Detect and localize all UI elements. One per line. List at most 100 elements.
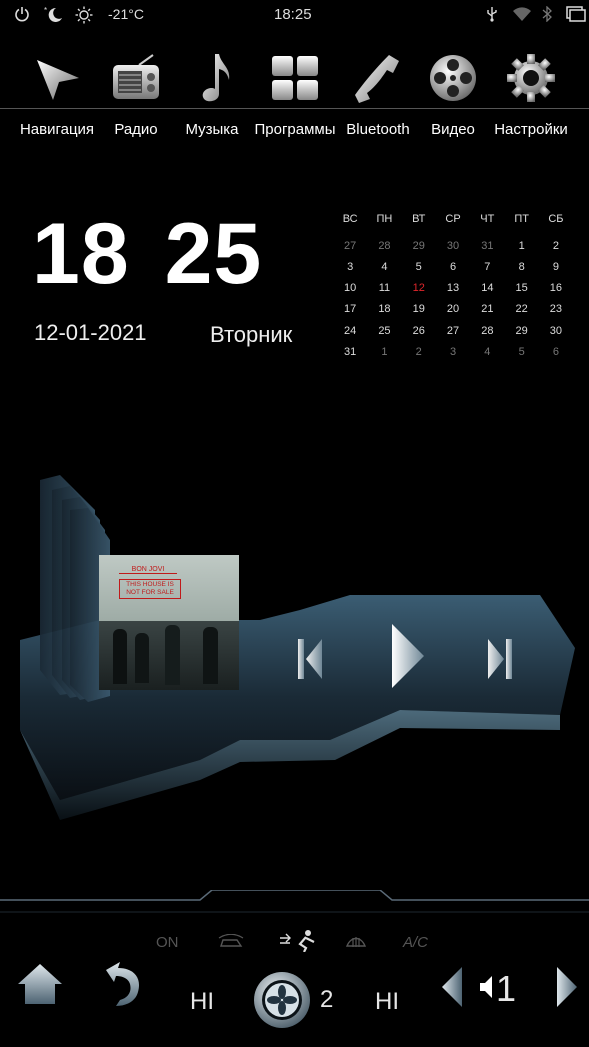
recirculation-icon[interactable] <box>217 933 245 954</box>
chevron-right-icon <box>557 967 577 1007</box>
calendar-day[interactable]: 13 <box>436 282 470 294</box>
calendar-day[interactable]: 7 <box>470 261 504 273</box>
calendar-day[interactable]: 28 <box>470 325 504 337</box>
calendar-day[interactable]: 4 <box>367 261 401 273</box>
speaker-icon <box>478 973 494 1006</box>
ac-toggle[interactable]: A/C <box>403 934 428 951</box>
calendar-day[interactable]: 9 <box>539 261 573 273</box>
album-cover[interactable]: BON JOVI THIS HOUSE IS NOT FOR SALE <box>99 555 239 690</box>
fan-icon <box>254 972 310 1028</box>
previous-button[interactable] <box>296 635 324 683</box>
temperature-text: -21°C <box>108 6 144 22</box>
fan-button[interactable] <box>252 970 312 1030</box>
night-mode-icon[interactable]: * <box>42 6 64 22</box>
app-settings[interactable]: Настройки <box>489 42 573 138</box>
app-label: Настройки <box>494 121 568 138</box>
on-toggle[interactable]: ON <box>156 934 179 951</box>
calendar-day[interactable]: 15 <box>504 282 538 294</box>
right-temp[interactable]: HI <box>375 988 399 1016</box>
calendar-day[interactable]: 21 <box>470 303 504 315</box>
status-bar: * -21°C 18:25 <box>0 0 589 34</box>
divider <box>0 108 589 109</box>
calendar-widget[interactable]: ВС ПН ВТ СР ЧТ ПТ СБ 27 28 29 30 31 1 2 3 4 5 6 7 8 9 10 11 12 1… <box>333 208 578 362</box>
calendar-day[interactable]: 6 <box>436 261 470 273</box>
app-radio[interactable]: Радио <box>94 42 178 138</box>
calendar-day[interactable]: 5 <box>504 346 538 358</box>
fan-speed: 2 <box>320 986 334 1013</box>
calendar-day[interactable]: 28 <box>367 240 401 252</box>
calendar-week: 17 18 19 20 21 22 23 <box>333 299 578 320</box>
volume-up-button[interactable] <box>555 965 579 1009</box>
back-button[interactable] <box>100 960 144 1008</box>
home-button[interactable] <box>15 960 65 1008</box>
calendar-day[interactable]: 10 <box>333 282 367 294</box>
calendar-day[interactable]: 5 <box>402 261 436 273</box>
calendar-day[interactable]: 24 <box>333 325 367 337</box>
music-player: BON JOVI THIS HOUSE IS NOT FOR SALE <box>0 470 589 850</box>
next-button[interactable] <box>486 635 514 683</box>
calendar-day[interactable]: 31 <box>333 346 367 358</box>
music-note-icon <box>182 48 242 108</box>
calendar-weekday: ВТ <box>412 212 426 225</box>
play-button[interactable] <box>390 620 426 692</box>
app-bluetooth[interactable]: Bluetooth <box>336 42 420 138</box>
calendar-day[interactable]: 23 <box>539 303 573 315</box>
calendar-day[interactable]: 14 <box>470 282 504 294</box>
calendar-day[interactable]: 3 <box>333 261 367 273</box>
window-icon[interactable] <box>566 6 586 22</box>
app-launcher: Навигация Радио Музыка Программы Bluetoo… <box>0 42 589 152</box>
calendar-day[interactable]: 17 <box>333 303 367 315</box>
calendar-day[interactable]: 11 <box>367 282 401 294</box>
calendar-day[interactable]: 27 <box>436 325 470 337</box>
calendar-day[interactable]: 1 <box>367 346 401 358</box>
calendar-day[interactable]: 2 <box>539 240 573 252</box>
home-icon <box>18 964 62 1004</box>
calendar-day[interactable]: 20 <box>436 303 470 315</box>
calendar-day[interactable]: 2 <box>402 346 436 358</box>
back-icon <box>106 962 140 1006</box>
left-temp[interactable]: HI <box>190 988 214 1016</box>
power-icon[interactable] <box>14 6 30 22</box>
calendar-day[interactable]: 26 <box>402 325 436 337</box>
calendar-day[interactable]: 3 <box>436 346 470 358</box>
volume-down-button[interactable] <box>440 965 464 1009</box>
calendar-day[interactable]: 29 <box>402 240 436 252</box>
calendar-day[interactable]: 29 <box>504 325 538 337</box>
defrost-icon[interactable] <box>345 934 367 954</box>
app-video[interactable]: Видео <box>411 42 495 138</box>
calendar-day[interactable]: 22 <box>504 303 538 315</box>
calendar-day[interactable]: 31 <box>470 240 504 252</box>
app-programs[interactable]: Программы <box>253 42 337 138</box>
gear-icon <box>501 48 561 108</box>
calendar-day[interactable]: 1 <box>504 240 538 252</box>
calendar-weekday: ВС <box>342 212 358 225</box>
app-music[interactable]: Музыка <box>170 42 254 138</box>
calendar-week: 10 11 12 13 14 15 16 <box>333 278 578 299</box>
calendar-day[interactable]: 25 <box>367 325 401 337</box>
calendar-day[interactable]: 6 <box>539 346 573 358</box>
app-navigation[interactable]: Навигация <box>15 42 99 138</box>
calendar-day[interactable]: 30 <box>436 240 470 252</box>
calendar-day[interactable]: 16 <box>539 282 573 294</box>
calendar-day-today[interactable]: 12 <box>402 282 436 294</box>
next-icon <box>488 639 512 679</box>
clock-hours: 18 <box>32 206 130 302</box>
brightness-icon[interactable] <box>75 6 93 24</box>
calendar-day[interactable]: 19 <box>402 303 436 315</box>
calendar-day[interactable]: 30 <box>539 325 573 337</box>
previous-icon <box>298 639 322 679</box>
calendar-day[interactable]: 4 <box>470 346 504 358</box>
calendar-day[interactable]: 27 <box>333 240 367 252</box>
calendar-weekday: ЧТ <box>480 212 495 225</box>
album-band-photo <box>99 621 239 690</box>
clock-widget[interactable]: 18 25 <box>32 205 262 304</box>
weekday-text: Вторник <box>210 322 293 347</box>
play-icon <box>392 624 424 688</box>
calendar-week: 27 28 29 30 31 1 2 <box>333 235 578 256</box>
airflow-mode-icon[interactable] <box>276 928 324 956</box>
calendar-day[interactable]: 18 <box>367 303 401 315</box>
usb-icon <box>486 6 498 22</box>
calendar-weekday: ПТ <box>514 212 529 225</box>
calendar-header: ВС ПН ВТ СР ЧТ ПТ СБ <box>333 208 578 229</box>
calendar-day[interactable]: 8 <box>504 261 538 273</box>
